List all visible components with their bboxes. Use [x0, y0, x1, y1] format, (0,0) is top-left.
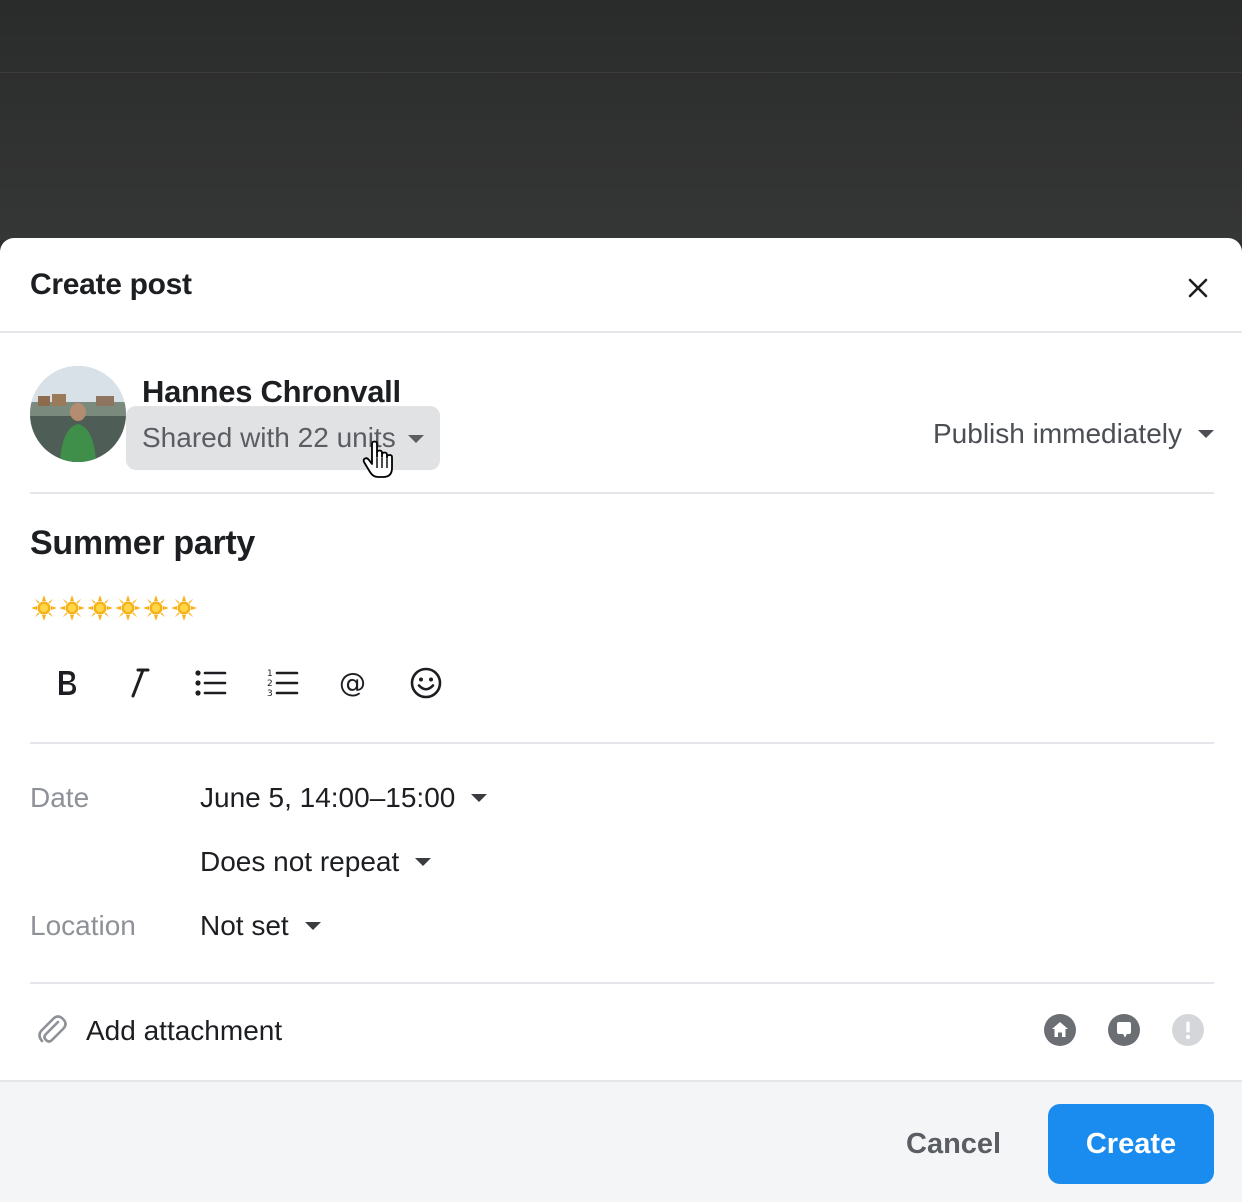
add-attachment-label: Add attachment [86, 1015, 283, 1046]
date-dropdown[interactable]: June 5, 14:00–15:00 [200, 782, 488, 814]
home-icon [1044, 1014, 1076, 1046]
sun-emoji-icon [87, 595, 113, 621]
divider [30, 982, 1214, 984]
bulleted-list-icon [195, 670, 227, 696]
publish-label: Publish immediately [933, 418, 1182, 449]
post-options [1044, 1014, 1204, 1046]
svg-text:1: 1 [267, 669, 273, 679]
add-attachment-button[interactable]: Add attachment [36, 1014, 282, 1048]
close-button[interactable] [1180, 270, 1216, 306]
dialog-header: Create post [0, 238, 1242, 333]
dialog-footer: Cancel Create [0, 1080, 1242, 1202]
chevron-down-icon [408, 435, 424, 443]
important-button[interactable] [1172, 1014, 1204, 1046]
hand-cursor-icon [362, 440, 393, 478]
divider [30, 742, 1214, 744]
italic-icon [131, 668, 150, 698]
close-icon [1188, 278, 1208, 298]
avatar [30, 366, 126, 462]
mention-icon: @ [339, 668, 366, 699]
bulleted-list-button[interactable] [174, 658, 246, 708]
svg-text:3: 3 [267, 689, 273, 699]
paperclip-icon [38, 1015, 67, 1043]
numbered-list-icon: 1 2 3 [267, 669, 299, 699]
author-row: Hannes Chronvall Shared with 22 units Pu… [0, 366, 1242, 470]
sun-emoji-icon [171, 595, 197, 621]
sun-emoji-icon [143, 595, 169, 621]
cancel-button[interactable]: Cancel [906, 1128, 1001, 1161]
dialog-title: Create post [30, 268, 192, 301]
sun-emoji-icon [59, 595, 85, 621]
numbered-list-button[interactable]: 1 2 3 [246, 658, 318, 708]
sun-emoji-icon [115, 595, 141, 621]
home-button[interactable] [1044, 1014, 1076, 1046]
emoji-button[interactable] [390, 658, 462, 708]
chat-bubble-icon [1108, 1014, 1140, 1046]
date-value: June 5, 14:00–15:00 [200, 782, 456, 813]
formatting-toolbar: 1 2 3 @ [30, 658, 462, 708]
create-button[interactable]: Create [1048, 1104, 1214, 1184]
repeat-value: Does not repeat [200, 846, 400, 877]
chevron-down-icon [1198, 430, 1214, 438]
comments-button[interactable] [1108, 1014, 1140, 1046]
sharing-label: Shared with 22 units [142, 422, 396, 453]
publish-timing-dropdown[interactable]: Publish immediately [933, 418, 1214, 450]
divider [30, 492, 1214, 494]
chevron-down-icon [304, 922, 321, 930]
emoji-icon [410, 667, 442, 699]
sun-emoji-icon [31, 595, 57, 621]
location-dropdown[interactable]: Not set [200, 910, 321, 942]
bold-icon [59, 671, 76, 695]
bold-button[interactable] [30, 658, 102, 708]
author-name: Hannes Chronvall [142, 374, 401, 409]
chevron-down-icon [415, 858, 432, 866]
repeat-dropdown[interactable]: Does not repeat [200, 846, 432, 878]
alert-icon [1172, 1014, 1204, 1046]
post-title-input[interactable]: Summer party [30, 524, 255, 563]
chevron-down-icon [471, 794, 488, 802]
italic-button[interactable] [102, 658, 174, 708]
date-label: Date [30, 782, 90, 813]
location-value: Not set [200, 910, 289, 941]
create-post-dialog: Create post Hannes Chronvall Shared with [0, 238, 1242, 1202]
svg-text:@: @ [339, 668, 366, 699]
page-backdrop [0, 0, 1242, 240]
mention-button[interactable]: @ [318, 658, 390, 708]
location-label: Location [30, 910, 136, 941]
post-body-editor[interactable] [30, 594, 198, 630]
svg-text:2: 2 [267, 679, 273, 689]
